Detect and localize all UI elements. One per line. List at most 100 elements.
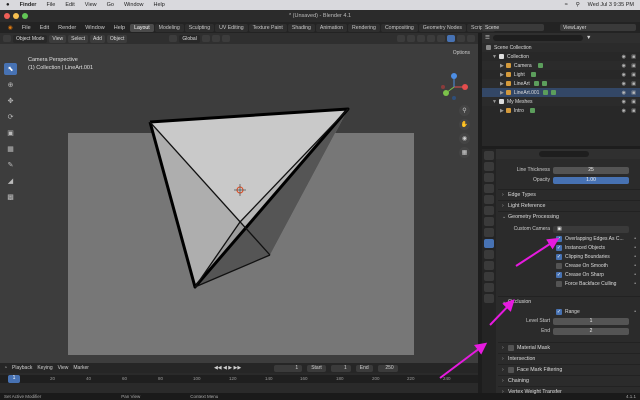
menu-render[interactable]: Render (54, 25, 80, 31)
animate-dot-icon[interactable]: • (634, 236, 636, 242)
timeline-editor-icon[interactable]: ◔ (4, 365, 7, 371)
outliner-row-lineart[interactable]: ▶ LineArt ◉ ▣ (482, 79, 640, 88)
checkbox[interactable] (556, 262, 562, 269)
start-frame-field[interactable]: 1 (330, 364, 351, 372)
end-frame-field[interactable]: 250 (377, 364, 398, 372)
checkbox-instanced-objects[interactable]: ✓ Instanced Objects • (498, 243, 640, 252)
blender-logo-icon[interactable]: ◉ (4, 25, 17, 31)
eye-icon[interactable]: ◉ (622, 72, 626, 78)
workspace-tab-geometry-nodes[interactable]: Geometry Nodes (418, 23, 466, 32)
line-thickness-field[interactable]: 25 (553, 166, 629, 174)
current-frame-field[interactable]: 1 (274, 364, 303, 372)
menu-help[interactable]: Help (110, 25, 129, 31)
menu-edit[interactable]: Edit (36, 25, 53, 31)
maximize-window-button[interactable] (22, 13, 28, 19)
apple-icon[interactable]: ● (6, 2, 10, 8)
physics-tab-icon[interactable] (484, 261, 494, 270)
eye-icon[interactable]: ◉ (622, 99, 626, 105)
filter-icon[interactable]: ▼ (586, 35, 591, 41)
object-tab-icon[interactable] (484, 228, 494, 237)
expand-arrow-icon[interactable]: ▶ (500, 81, 504, 87)
scene-selector[interactable]: Scene (482, 24, 544, 31)
expand-arrow-icon[interactable]: ▼ (492, 99, 497, 105)
world-tab-icon[interactable] (484, 206, 494, 215)
outliner-editor-icon[interactable]: ☰ (485, 35, 490, 41)
modifier-tab-icon[interactable] (484, 239, 494, 248)
checkbox-range[interactable]: ✓ Range • (498, 307, 640, 316)
light-reference-panel-header[interactable]: › Light Reference (498, 200, 640, 211)
outliner-row-camera[interactable]: ▶ Camera ◉ ▣ (482, 61, 640, 70)
play-controls[interactable]: ◀◀ ◀ ▶ ▶▶ (214, 365, 241, 371)
mac-menu-window[interactable]: Window (124, 2, 144, 8)
occlusion-panel-header[interactable]: ⌄ Occlusion (498, 296, 640, 307)
outliner-row-lineart-001[interactable]: ▶ LineArt.001 ◉ ▣ (482, 88, 640, 97)
level-end-field[interactable]: 2 (553, 327, 629, 335)
render-tab-icon[interactable] (484, 162, 494, 171)
expand-arrow-icon[interactable]: ▼ (492, 54, 497, 60)
render-camera-icon[interactable]: ▣ (631, 72, 636, 78)
checkbox[interactable]: ✓ (556, 253, 562, 260)
render-camera-icon[interactable]: ▣ (631, 54, 636, 60)
data-tab-icon[interactable] (484, 283, 494, 292)
view-layer-selector[interactable]: ViewLayer (560, 24, 636, 31)
material-tab-icon[interactable] (484, 294, 494, 303)
timeline-menu-keying[interactable]: Keying (37, 365, 52, 371)
menu-window[interactable]: Window (81, 25, 109, 31)
minimize-window-button[interactable] (13, 13, 19, 19)
outliner-row-light[interactable]: ▶ Light ◉ ▣ (482, 70, 640, 79)
animate-dot-icon[interactable]: • (634, 281, 636, 287)
render-camera-icon[interactable]: ▣ (631, 108, 636, 114)
workspace-tab-shading[interactable]: Shading (287, 23, 315, 32)
workspace-tab-texture-paint[interactable]: Texture Paint (248, 23, 287, 32)
render-camera-icon[interactable]: ▣ (631, 63, 636, 69)
timeline-menu-view[interactable]: View (58, 365, 69, 371)
opacity-slider[interactable]: 1.00 (553, 176, 629, 184)
mac-menu-finder[interactable]: Finder (20, 2, 37, 8)
custom-camera-field[interactable]: ▣ (553, 225, 629, 233)
geometry-processing-panel-header[interactable]: ⌄ Geometry Processing (498, 211, 640, 222)
intersection-panel-header[interactable]: › Intersection (498, 353, 640, 364)
outliner-row-scene-collection[interactable]: Scene Collection (482, 43, 640, 52)
outliner-row-collection[interactable]: ▼ Collection ◉ ▣ (482, 52, 640, 61)
workspace-tab-uv-editing[interactable]: UV Editing (215, 23, 248, 32)
animate-dot-icon[interactable]: • (634, 309, 636, 315)
properties-search-input[interactable] (539, 151, 589, 157)
close-window-button[interactable] (4, 13, 10, 19)
vertex-weight-panel-header[interactable]: › Vertex Weight Transfer (498, 386, 640, 397)
workspace-tab-compositing[interactable]: Compositing (380, 23, 418, 32)
workspace-tab-animation[interactable]: Animation (315, 23, 347, 32)
constraints-tab-icon[interactable] (484, 272, 494, 281)
workspace-tab-sculpting[interactable]: Sculpting (184, 23, 215, 32)
timeline-menu-marker[interactable]: Marker (73, 365, 89, 371)
workspace-tab-layout[interactable]: Layout (130, 23, 154, 32)
mac-menu-go[interactable]: Go (107, 2, 114, 8)
checkbox[interactable] (508, 367, 514, 373)
menu-file[interactable]: File (18, 25, 35, 31)
checkbox[interactable]: ✓ (556, 308, 562, 315)
pan-view-icon[interactable]: ✋ (459, 119, 470, 130)
camera-view-icon[interactable]: ◉ (459, 133, 470, 144)
collection-tab-icon[interactable] (484, 217, 494, 226)
expand-arrow-icon[interactable]: ▶ (500, 108, 504, 114)
view-layer-tab-icon[interactable] (484, 184, 494, 193)
animate-dot-icon[interactable]: • (634, 263, 636, 269)
zoom-view-icon[interactable]: ⚲ (459, 105, 470, 116)
perspective-toggle-icon[interactable]: ▦ (459, 147, 470, 158)
mac-menu-view[interactable]: View (85, 2, 97, 8)
checkbox-clipping-boundaries[interactable]: ✓ Clipping Boundaries • (498, 252, 640, 261)
checkbox[interactable]: ✓ (556, 244, 562, 251)
render-camera-icon[interactable]: ▣ (631, 81, 636, 87)
checkbox-overlapping-edges[interactable]: ✓ Overlapping Edges As C... • (498, 234, 640, 243)
material-mask-panel-header[interactable]: › Material Mask (498, 342, 640, 353)
output-tab-icon[interactable] (484, 173, 494, 182)
timeline-menu-playback[interactable]: Playback (12, 365, 32, 371)
eye-icon[interactable]: ◉ (622, 108, 626, 114)
eye-icon[interactable]: ◉ (622, 90, 626, 96)
3d-viewport[interactable]: Object Mode View Select Add Object Globa… (0, 33, 478, 363)
eye-icon[interactable]: ◉ (622, 54, 626, 60)
animate-dot-icon[interactable]: • (634, 272, 636, 278)
outliner-row-my-meshes[interactable]: ▼ My Meshes ◉ ▣ (482, 97, 640, 106)
navigation-gizmo[interactable] (440, 73, 468, 101)
checkbox-force-backface-culling[interactable]: Force Backface Culling • (498, 279, 640, 288)
workspace-tab-modeling[interactable]: Modeling (154, 23, 184, 32)
